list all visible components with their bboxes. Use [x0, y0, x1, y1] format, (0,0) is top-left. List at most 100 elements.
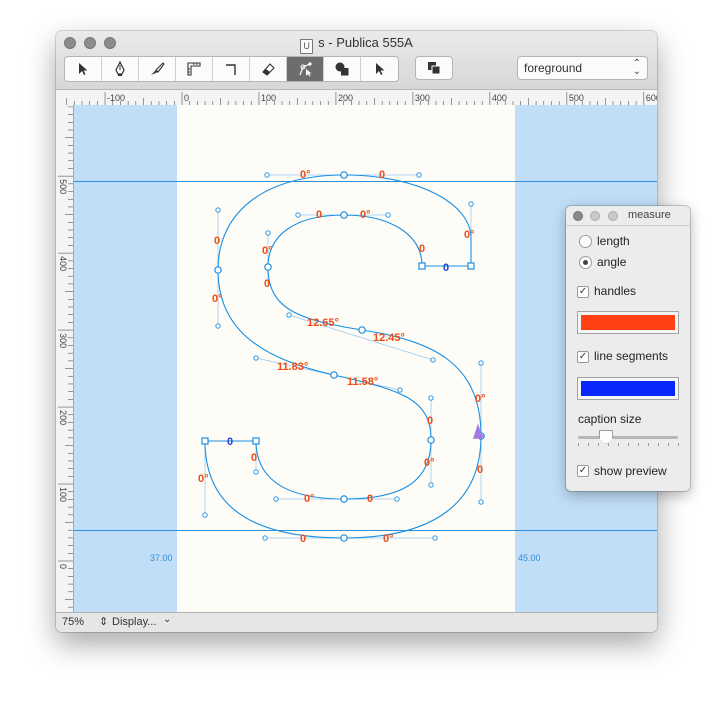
- angle-caption: 0: [477, 464, 483, 476]
- angle-caption: 0°: [300, 169, 311, 181]
- corner-icon: [226, 64, 236, 75]
- angle-caption: 0°: [464, 229, 475, 241]
- angle-caption: 0: [300, 533, 306, 545]
- ruler-label: 100: [261, 93, 276, 103]
- line-segments-label: line segments: [594, 349, 669, 363]
- angle-caption: 0°: [424, 457, 435, 469]
- slider-tick: [638, 443, 639, 446]
- corner-tool-button[interactable]: [213, 57, 250, 81]
- measure-panel: measure length angle ✓ handles ✓ line se…: [566, 206, 690, 491]
- angle-radio-label: angle: [597, 255, 627, 269]
- nodes-tool-button[interactable]: [287, 57, 324, 81]
- caption-size-label: caption size: [578, 412, 642, 426]
- arrow-icon: [79, 63, 88, 75]
- horizontal-ruler[interactable]: -100 0 100 200 300 400 500 600: [56, 90, 657, 106]
- svg-text:0: 0: [227, 436, 233, 448]
- status-bar: 75% ⇕ Display... ⌄: [56, 612, 657, 632]
- vertical-ruler[interactable]: 5004003002001000-100: [56, 105, 74, 612]
- panel-divider: [566, 225, 690, 226]
- ruler-tool-button[interactable]: [176, 57, 213, 81]
- angle-caption: 11.83°: [277, 361, 308, 373]
- handles-color-well[interactable]: [577, 311, 679, 334]
- layers-button[interactable]: [415, 56, 453, 80]
- panel-close-button[interactable]: [573, 211, 583, 221]
- display-menu[interactable]: Display...: [112, 616, 156, 628]
- document-icon: U: [300, 39, 314, 54]
- line-segments-color-well[interactable]: [577, 377, 679, 400]
- slider-tick: [658, 443, 659, 446]
- ruler-label: 400: [58, 256, 68, 271]
- eraser-tool-button[interactable]: [250, 57, 287, 81]
- slider-tick: [598, 443, 599, 446]
- direct-select-arrow-icon: [375, 63, 384, 75]
- knife-tool-button[interactable]: [139, 57, 176, 81]
- ruler-label: -100: [107, 93, 125, 103]
- angle-caption: 0°: [212, 293, 223, 305]
- slider-tick: [678, 443, 679, 446]
- line-segments-color-fill: [581, 381, 675, 396]
- caption-size-slider[interactable]: [578, 436, 678, 439]
- tool-group: [64, 56, 399, 82]
- slider-tick: [608, 443, 609, 446]
- angle-caption: 0: [264, 278, 270, 290]
- slider-tick: [578, 443, 579, 446]
- slider-tick: [588, 443, 589, 446]
- angle-caption: 0: [316, 209, 322, 221]
- line-segments-checkbox[interactable]: ✓: [577, 351, 589, 363]
- pen-tool-button[interactable]: [102, 57, 139, 81]
- angle-caption: 0°: [304, 493, 315, 505]
- angle-caption: 0: [251, 452, 257, 464]
- ruler-label: 300: [58, 333, 68, 348]
- zoom-level[interactable]: 75%: [62, 616, 84, 628]
- ruler-label: 300: [415, 93, 430, 103]
- panel-minimize-button[interactable]: [590, 211, 600, 221]
- angle-caption: 0: [419, 243, 425, 255]
- angle-caption: 0°: [383, 533, 394, 545]
- direct-select-tool-button[interactable]: [361, 57, 398, 81]
- ruler-label: 0: [184, 93, 189, 103]
- caption-size-slider-knob[interactable]: [599, 430, 613, 444]
- angle-caption: 0°: [475, 393, 486, 405]
- right-sidebearing-value: 45.00: [518, 553, 541, 563]
- nodes-icon: [299, 62, 312, 77]
- select-tool-button[interactable]: [65, 57, 102, 81]
- chevron-down-icon: ⌄: [163, 614, 172, 625]
- left-sidebearing-value: 37.00: [150, 553, 173, 563]
- shapes-tool-button[interactable]: [324, 57, 361, 81]
- angle-caption: 0°: [262, 245, 273, 257]
- ruler-label: 100: [58, 487, 68, 502]
- ruler-label: 200: [58, 410, 68, 425]
- ruler-label: 400: [492, 93, 507, 103]
- ruler-label: 0: [58, 564, 68, 569]
- angle-caption: 11.58°: [347, 376, 378, 388]
- angle-caption: 0: [367, 493, 373, 505]
- angle-caption: 0°: [198, 473, 209, 485]
- angle-caption: 12.65°: [307, 317, 339, 329]
- eraser-icon: [262, 63, 275, 76]
- angle-caption: 0: [379, 169, 385, 181]
- slider-tick: [668, 443, 669, 446]
- layer-select[interactable]: foreground ⌃ ⌄: [517, 56, 648, 80]
- panel-zoom-button[interactable]: [608, 211, 618, 221]
- length-radio[interactable]: [579, 235, 592, 248]
- slider-tick: [628, 443, 629, 446]
- vertical-ruler-ticks: 5004003002001000-100: [58, 106, 73, 608]
- ruler-label: 500: [569, 93, 584, 103]
- show-preview-checkbox[interactable]: ✓: [577, 465, 589, 477]
- angle-radio[interactable]: [579, 256, 592, 269]
- handles-checkbox[interactable]: ✓: [577, 286, 589, 298]
- ruler-label: 600: [646, 93, 657, 103]
- window-title-text: s - Publica 555A: [318, 35, 413, 50]
- pen-nib-icon: [115, 61, 125, 76]
- horizontal-ruler-ticks: -100 0 100 200 300 400 500 600: [66, 92, 657, 105]
- overlap-squares-icon: [428, 62, 441, 75]
- panel-title: measure: [628, 209, 671, 221]
- shapes-icon: [335, 62, 349, 76]
- slider-tick: [648, 443, 649, 446]
- title-bar: Us - Publica 555A foreground ⌃ ⌄: [56, 31, 657, 90]
- chevron-updown-icon: ⌃ ⌄: [632, 58, 641, 77]
- ruler-corner-icon: [187, 62, 201, 76]
- length-radio-label: length: [597, 234, 630, 248]
- ruler-label: 500: [58, 179, 68, 194]
- layer-select-value: foreground: [524, 61, 583, 75]
